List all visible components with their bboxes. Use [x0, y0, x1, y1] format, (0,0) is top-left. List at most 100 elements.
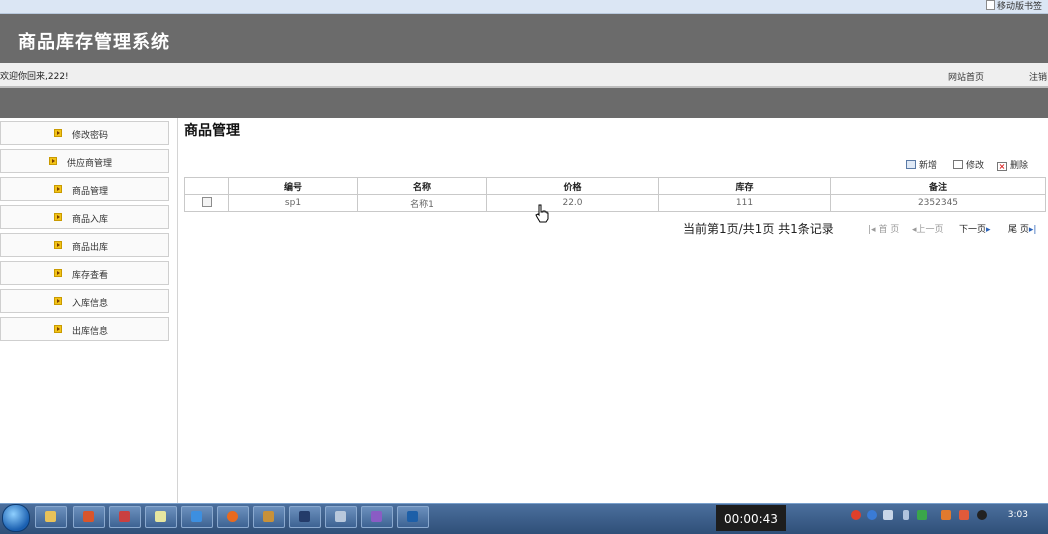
recording-timer: 00:00:43	[716, 505, 786, 531]
sidebar-item-label: 出库信息	[72, 327, 109, 337]
arrow-icon	[54, 269, 62, 277]
arrow-icon	[54, 297, 62, 305]
row-select-cell	[184, 194, 229, 212]
sidebar-item-change-password[interactable]: 修改密码	[0, 121, 169, 145]
first-page-link[interactable]: |◂ 首 页	[868, 222, 899, 235]
home-link[interactable]: 网站首页	[948, 70, 984, 83]
arrow-icon	[49, 157, 57, 165]
cell-price: 22.0	[486, 194, 659, 212]
sidebar-item-label: 供应商管理	[67, 159, 113, 169]
taskbar-button-ie[interactable]	[181, 506, 213, 528]
next-page-icon: ▸	[986, 225, 991, 235]
sidebar-item-label: 库存查看	[72, 271, 109, 281]
paint-icon	[119, 511, 130, 522]
firefox-icon	[227, 511, 238, 522]
tray-app-icon[interactable]	[941, 510, 951, 520]
table-row[interactable]: sp1 名称1 22.0 111 2352345	[184, 194, 1046, 212]
add-icon	[906, 160, 916, 169]
sidebar-item-label: 商品入库	[72, 215, 109, 225]
sidebar-item-label: 修改密码	[72, 131, 109, 141]
sidebar: 修改密码 供应商管理 商品管理 商品入库 商品出库 库存查看 入库信息 出库信息	[0, 118, 178, 503]
app-title: 商品库存管理系统	[18, 32, 170, 53]
bookmark-bar: 移动版书签	[0, 0, 1048, 14]
next-page-label: 下一页	[959, 225, 987, 235]
header-band	[0, 88, 1048, 118]
sidebar-item-in-records[interactable]: 入库信息	[0, 289, 169, 313]
taskbar-button-window[interactable]	[325, 506, 357, 528]
add-label: 新增	[919, 161, 938, 171]
add-button[interactable]: 新增	[906, 158, 937, 171]
mobile-bookmarks-folder[interactable]: 移动版书签	[985, 0, 1042, 13]
taskbar-button-tool[interactable]	[289, 506, 321, 528]
help-icon[interactable]	[867, 510, 877, 520]
sidebar-item-label: 商品出库	[72, 243, 109, 253]
last-page-link[interactable]: 尾 页▸|	[1008, 222, 1036, 235]
tool-icon	[299, 511, 310, 522]
first-page-label: 首 页	[878, 225, 900, 235]
sidebar-item-inventory[interactable]: 库存查看	[0, 261, 169, 285]
app-header: 商品库存管理系统	[0, 14, 1048, 63]
column-header-stock[interactable]: 库存	[658, 177, 831, 195]
system-tray	[845, 505, 1035, 529]
sidebar-item-goods[interactable]: 商品管理	[0, 177, 169, 201]
edit-label: 修改	[966, 161, 985, 171]
cell-stock: 111	[658, 194, 831, 212]
last-page-icon: ▸|	[1028, 225, 1037, 235]
logout-link[interactable]: 注销	[1029, 70, 1047, 83]
browser-icon	[191, 511, 202, 522]
column-header-price[interactable]: 价格	[486, 177, 659, 195]
cell-name: 名称1	[357, 194, 487, 212]
hand-cursor-icon	[535, 204, 549, 223]
cell-note: 2352345	[830, 194, 1046, 212]
photoshop-icon	[407, 511, 418, 522]
network-icon[interactable]	[883, 510, 893, 520]
input-method-icon[interactable]	[851, 510, 861, 520]
sidebar-item-supplier[interactable]: 供应商管理	[0, 149, 169, 173]
edit-button[interactable]: 修改	[953, 158, 984, 171]
arrow-icon	[54, 213, 62, 221]
delete-icon: ×	[997, 162, 1007, 171]
arrow-icon	[54, 241, 62, 249]
column-header-name[interactable]: 名称	[357, 177, 487, 195]
prev-page-link[interactable]: ◂上一页	[912, 222, 944, 235]
system-clock[interactable]: 3:03	[1008, 510, 1028, 520]
qq-icon[interactable]	[977, 510, 987, 520]
taskbar-button-explorer[interactable]	[35, 506, 67, 528]
column-header-id[interactable]: 编号	[228, 177, 358, 195]
taskbar-button-notepad[interactable]	[145, 506, 177, 528]
arrow-icon	[54, 325, 62, 333]
goods-table: 编号 名称 价格 库存 备注 sp1 名称1 22.0 111 2352345	[184, 177, 1046, 212]
taskbar-button-book[interactable]	[253, 506, 285, 528]
last-page-label: 尾 页	[1008, 225, 1029, 235]
mobile-bookmarks-label: 移动版书签	[996, 2, 1042, 12]
column-header-note[interactable]: 备注	[830, 177, 1046, 195]
arrow-icon	[54, 185, 62, 193]
show-hidden-icon[interactable]	[903, 510, 909, 520]
sidebar-item-stock-in[interactable]: 商品入库	[0, 205, 169, 229]
delete-label: 删除	[1010, 161, 1029, 171]
select-column-header	[184, 177, 229, 195]
tray-app-icon[interactable]	[959, 510, 969, 520]
taskbar-button-vs[interactable]	[361, 506, 393, 528]
pager-summary: 当前第1页/共1页 共1条记录	[683, 222, 834, 236]
arrow-icon	[54, 129, 62, 137]
taskbar-button-firefox[interactable]	[217, 506, 249, 528]
folder-icon	[985, 0, 995, 10]
start-button[interactable]	[2, 504, 30, 532]
table-header-row: 编号 名称 价格 库存 备注	[184, 177, 1046, 195]
delete-button[interactable]: × 删除	[997, 158, 1028, 171]
taskbar-button-paint[interactable]	[109, 506, 141, 528]
next-page-link[interactable]: 下一页▸	[959, 222, 991, 235]
row-checkbox[interactable]	[201, 196, 212, 207]
taskbar-button-ps[interactable]	[397, 506, 429, 528]
folder-icon	[45, 511, 56, 522]
edit-icon	[953, 160, 963, 169]
sidebar-item-label: 入库信息	[72, 299, 109, 309]
studio-icon	[371, 511, 382, 522]
book-icon	[263, 511, 274, 522]
taskbar-button-app[interactable]	[73, 506, 105, 528]
sidebar-item-stock-out[interactable]: 商品出库	[0, 233, 169, 257]
sidebar-item-out-records[interactable]: 出库信息	[0, 317, 169, 341]
tray-app-icon[interactable]	[917, 510, 927, 520]
welcome-bar: 欢迎你回来,222! 网站首页 注销	[0, 63, 1048, 88]
